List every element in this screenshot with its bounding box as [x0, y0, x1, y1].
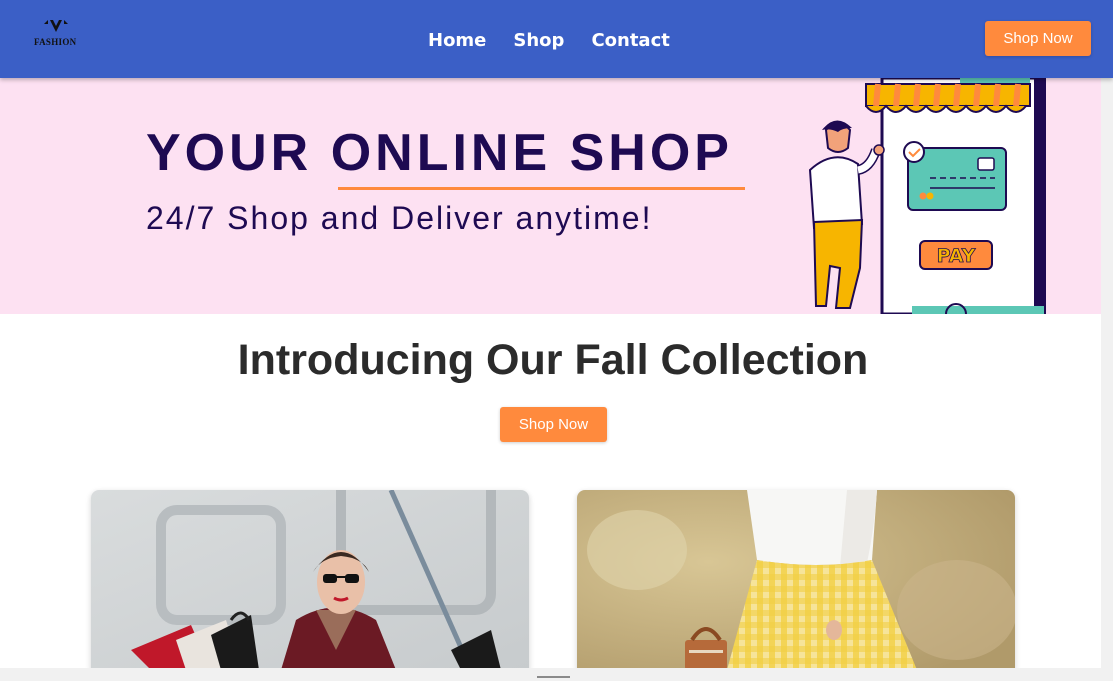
logo-text: FASHION [34, 37, 77, 47]
nav-link-shop[interactable]: Shop [513, 30, 564, 51]
top-navbar: FASHION Home Shop Contact Shop Now [0, 0, 1113, 78]
hero-underline [338, 187, 745, 190]
awning-icon [865, 83, 1031, 113]
collection-shop-now-button[interactable]: Shop Now [500, 407, 607, 442]
product-image-card-2[interactable] [577, 490, 1015, 670]
product-image-card-1[interactable] [91, 490, 529, 670]
hero-banner: YOUR ONLINE SHOP 24/7 Shop and Deliver a… [0, 78, 1101, 314]
check-icon [903, 141, 925, 163]
woman-yellow-skirt-image [577, 490, 1015, 670]
logo-icon [44, 20, 68, 32]
pay-icon: PAY [919, 240, 993, 270]
hero-title-part1: YOUR [146, 124, 331, 182]
main-nav: Home Shop Contact [428, 30, 670, 51]
brand-logo[interactable]: FASHION [34, 18, 94, 48]
hero-title: YOUR ONLINE SHOP [146, 123, 733, 183]
nav-link-home[interactable]: Home [428, 30, 486, 51]
header-shop-now-button[interactable]: Shop Now [985, 21, 1091, 56]
nav-link-contact[interactable]: Contact [591, 30, 669, 51]
hero-subtitle: 24/7 Shop and Deliver anytime! [146, 200, 653, 236]
man-figure-icon [808, 120, 885, 309]
svg-text:PAY: PAY [937, 245, 976, 267]
woman-shopping-bags-image [91, 490, 529, 670]
shop-illustration: PAY [808, 78, 1046, 314]
horizontal-scrollbar-thumb[interactable] [537, 676, 570, 678]
section-title: Introducing Our Fall Collection [237, 336, 869, 384]
horizontal-scrollbar[interactable] [0, 668, 1113, 681]
hero-title-part2: ONLINE SHOP [330, 124, 733, 182]
